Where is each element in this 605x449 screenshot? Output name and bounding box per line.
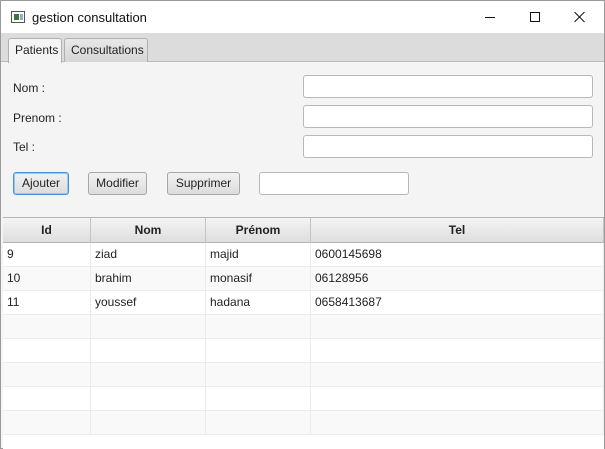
nom-label: Nom : bbox=[13, 81, 46, 95]
tel-field[interactable] bbox=[303, 135, 593, 158]
nom-field[interactable] bbox=[303, 75, 593, 98]
cell-id: 10 bbox=[3, 267, 91, 291]
empty-row bbox=[3, 339, 604, 363]
cell-tel: 0658413687 bbox=[311, 291, 604, 315]
patients-table: Id Nom Prénom Tel 9 ziad majid 060014569… bbox=[3, 217, 604, 449]
column-header-tel[interactable]: Tel bbox=[311, 218, 604, 243]
close-icon bbox=[574, 11, 586, 23]
cell-nom: ziad bbox=[91, 243, 206, 267]
cell-prenom: hadana bbox=[206, 291, 311, 315]
tel-label: Tel : bbox=[13, 140, 36, 154]
cell-tel: 06128956 bbox=[311, 267, 604, 291]
table-row[interactable]: 11 youssef hadana 0658413687 bbox=[3, 291, 604, 315]
main-window: gestion consultation Patients Consultati… bbox=[0, 0, 605, 449]
tab-bar: Patients Consultations bbox=[1, 33, 604, 63]
cell-id: 11 bbox=[3, 291, 91, 315]
cell-tel: 0600145698 bbox=[311, 243, 604, 267]
modifier-button[interactable]: Modifier bbox=[88, 172, 147, 195]
empty-row bbox=[3, 387, 604, 411]
empty-row bbox=[3, 411, 604, 435]
tab-patients[interactable]: Patients bbox=[8, 38, 62, 63]
tab-consultations[interactable]: Consultations bbox=[64, 38, 148, 62]
cell-prenom: monasif bbox=[206, 267, 311, 291]
prenom-field[interactable] bbox=[303, 105, 593, 128]
maximize-icon bbox=[530, 12, 540, 22]
maximize-button[interactable] bbox=[512, 1, 558, 33]
column-header-id[interactable]: Id bbox=[3, 218, 91, 243]
title-bar[interactable]: gestion consultation bbox=[1, 1, 604, 33]
table-row[interactable]: 10 brahim monasif 06128956 bbox=[3, 267, 604, 291]
table-row[interactable]: 9 ziad majid 0600145698 bbox=[3, 243, 604, 267]
minimize-button[interactable] bbox=[467, 1, 513, 33]
search-input[interactable] bbox=[259, 172, 409, 195]
cell-prenom: majid bbox=[206, 243, 311, 267]
supprimer-button[interactable]: Supprimer bbox=[167, 172, 240, 195]
ajouter-button[interactable]: Ajouter bbox=[13, 172, 69, 195]
app-window-icon bbox=[11, 11, 25, 23]
prenom-label: Prenom : bbox=[13, 111, 62, 125]
cell-nom: brahim bbox=[91, 267, 206, 291]
empty-row bbox=[3, 363, 604, 387]
empty-row bbox=[3, 315, 604, 339]
minimize-icon bbox=[485, 16, 495, 18]
window-title: gestion consultation bbox=[32, 10, 147, 25]
close-button[interactable] bbox=[557, 1, 603, 33]
column-header-nom[interactable]: Nom bbox=[91, 218, 206, 243]
column-header-prenom[interactable]: Prénom bbox=[206, 218, 311, 243]
table-header: Id Nom Prénom Tel bbox=[3, 218, 604, 243]
cell-nom: youssef bbox=[91, 291, 206, 315]
cell-id: 9 bbox=[3, 243, 91, 267]
